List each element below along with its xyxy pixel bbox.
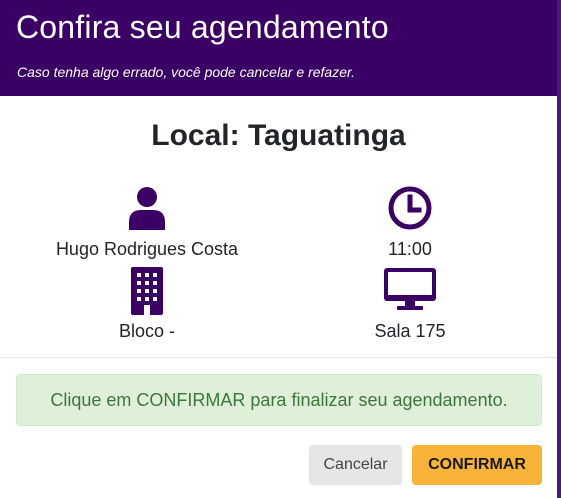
- time-value: 11:00: [388, 239, 432, 259]
- cancel-button[interactable]: Cancelar: [309, 445, 402, 485]
- confirmation-alert: Clique em CONFIRMAR para finalizar seu a…: [16, 374, 542, 426]
- modal-title: Confira seu agendamento: [16, 9, 389, 45]
- divider: [0, 357, 557, 358]
- modal-header: Confira seu agendamento Caso tenha algo …: [0, 0, 557, 96]
- modal-subtitle: Caso tenha algo errado, você pode cancel…: [17, 64, 356, 80]
- desktop-icon: [384, 268, 436, 310]
- building-icon: [131, 267, 163, 315]
- time-info: 11:00: [270, 186, 550, 260]
- confirmation-modal: Confira seu agendamento Caso tenha algo …: [0, 0, 561, 498]
- block-value: Bloco -: [118, 321, 176, 341]
- location-title: Local: Taguatinga: [151, 119, 406, 152]
- room-info: Sala 175: [270, 267, 550, 342]
- block-info: Bloco -: [7, 267, 287, 342]
- confirm-button[interactable]: CONFIRMAR: [412, 445, 542, 485]
- user-icon: [129, 187, 165, 230]
- clock-icon: [388, 186, 432, 230]
- person-name: Hugo Rodrigues Costa: [55, 239, 239, 259]
- room-value: Sala 175: [374, 321, 446, 341]
- person-info: Hugo Rodrigues Costa: [7, 186, 287, 260]
